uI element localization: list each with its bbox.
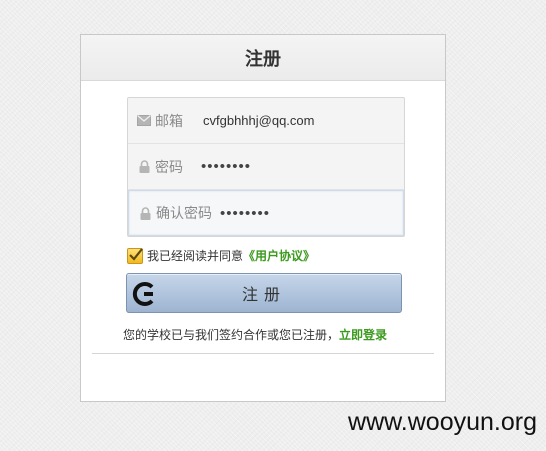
mail-icon <box>137 114 151 128</box>
divider <box>92 353 434 354</box>
login-link[interactable]: 立即登录 <box>339 328 387 342</box>
email-label: 邮箱 <box>155 113 183 130</box>
login-prompt-text: 您的学校已与我们签约合作或您已注册， <box>123 328 340 342</box>
login-prompt: 您的学校已与我们签约合作或您已注册，立即登录 <box>123 326 387 343</box>
register-button-label: 注册 <box>241 285 286 304</box>
user-agreement-link[interactable]: 《用户协议》 <box>243 247 315 264</box>
checkmark-icon <box>129 247 143 261</box>
register-card: 注册 邮箱 cvfgbhhhj@qq.com 密码 •••••••• 确认密码 … <box>80 34 446 402</box>
agreement-row: 我已经阅读并同意 《用户协议》 <box>127 247 315 264</box>
password-field[interactable]: 密码 •••••••• <box>128 144 404 190</box>
lock-icon <box>138 206 152 220</box>
email-value[interactable]: cvfgbhhhj@qq.com <box>203 113 314 128</box>
password-label: 密码 <box>155 159 183 176</box>
confirm-password-label: 确认密码 <box>156 206 212 222</box>
page-title: 注册 <box>81 35 445 81</box>
register-button[interactable]: 注册 <box>126 273 402 313</box>
password-value[interactable]: •••••••• <box>201 158 251 175</box>
watermark: www.wooyun.org <box>348 408 537 436</box>
agreement-checkbox[interactable] <box>127 247 143 264</box>
email-field[interactable]: 邮箱 cvfgbhhhj@qq.com <box>128 98 404 144</box>
confirm-password-value[interactable]: •••••••• <box>220 205 270 222</box>
form-fields: 邮箱 cvfgbhhhj@qq.com 密码 •••••••• 确认密码 ••• <box>127 97 405 237</box>
lock-icon <box>137 160 151 174</box>
confirm-password-field[interactable]: 确认密码 •••••••• <box>128 190 404 236</box>
agreement-text: 我已经阅读并同意 <box>147 249 244 263</box>
